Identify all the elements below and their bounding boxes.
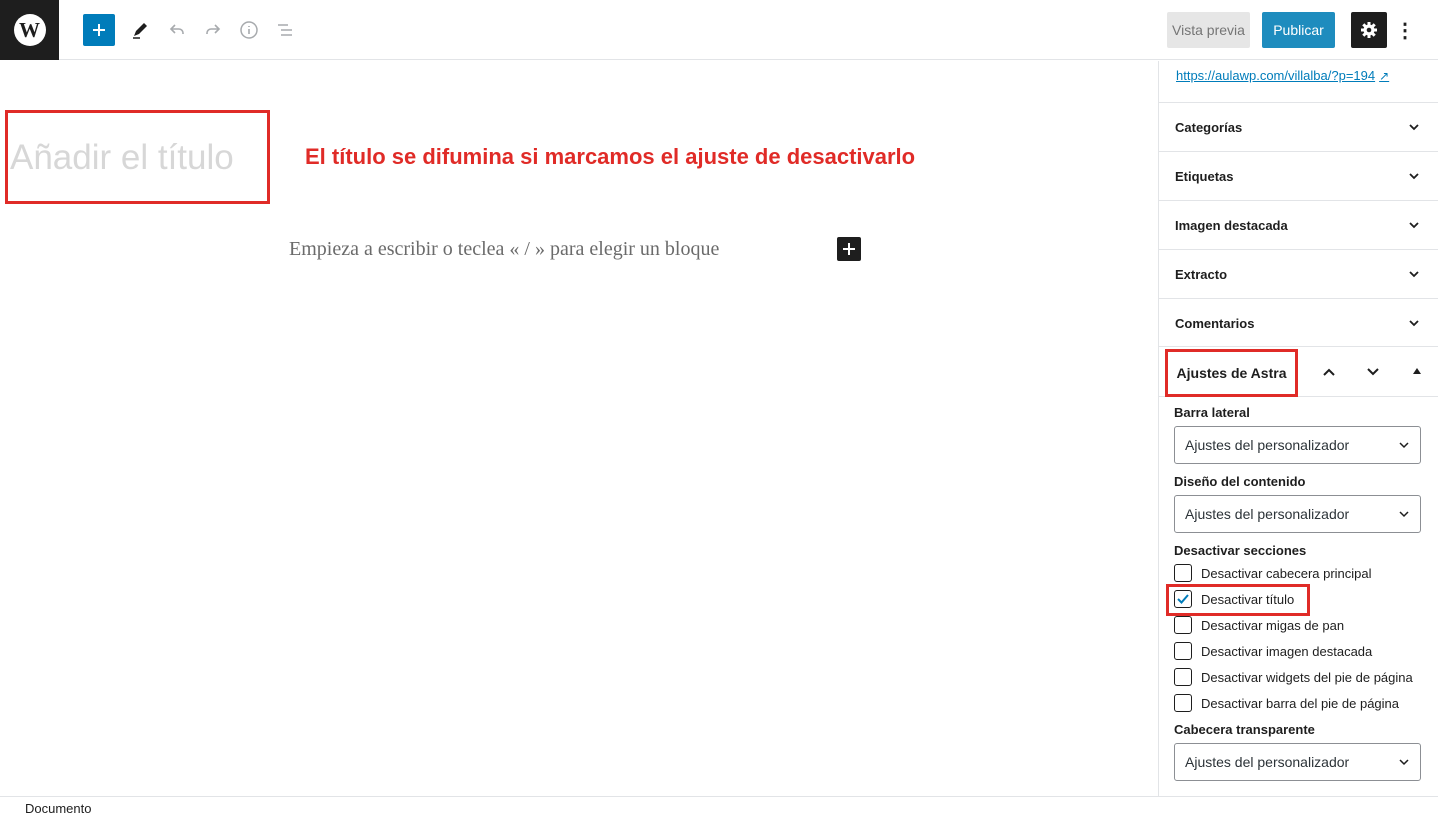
checkbox-disable-title[interactable]: Desactivar título (1174, 589, 1294, 609)
panel-categories[interactable]: Categorías (1159, 102, 1438, 151)
more-vertical-icon: ⋮ (1395, 19, 1415, 42)
checkmark-icon (1177, 594, 1189, 604)
annotation-text: El título se difumina si marcamos el aju… (305, 144, 916, 169)
editor-footer: Documento (0, 796, 1438, 818)
settings-button[interactable] (1351, 12, 1387, 48)
inline-add-block-button[interactable] (837, 237, 861, 261)
chevron-down-icon (1399, 511, 1409, 518)
checkbox-checked[interactable] (1174, 590, 1192, 608)
panel-comments[interactable]: Comentarios (1159, 298, 1438, 347)
checkbox-disable-footer-bar[interactable]: Desactivar barra del pie de página (1174, 693, 1399, 713)
chevron-up-icon (1323, 368, 1335, 376)
list-view-icon (278, 24, 292, 36)
wordpress-logo-icon[interactable]: W (0, 0, 59, 60)
more-options-button[interactable]: ⋮ (1395, 12, 1415, 48)
chevron-down-icon (1409, 173, 1419, 180)
checkbox[interactable] (1174, 642, 1192, 660)
checkbox-disable-footer-widgets[interactable]: Desactivar widgets del pie de página (1174, 667, 1413, 687)
chevron-down-icon (1409, 222, 1419, 229)
checkbox-disable-featured-image[interactable]: Desactivar imagen destacada (1174, 641, 1372, 661)
sidebar-layout-select[interactable]: Ajustes del personalizador (1174, 426, 1421, 464)
settings-sidebar: https://aulawp.com/villalba/?p=194 ↗ Cate… (1158, 61, 1438, 796)
transparent-header-select[interactable]: Ajustes del personalizador (1174, 743, 1421, 781)
breadcrumb[interactable]: Documento (25, 801, 91, 816)
gear-icon (1361, 22, 1377, 38)
pencil-icon (133, 23, 147, 39)
move-up-button[interactable] (1317, 360, 1341, 384)
content-layout-select[interactable]: Ajustes del personalizador (1174, 495, 1421, 533)
panel-featured-image[interactable]: Imagen destacada (1159, 200, 1438, 249)
list-view-button[interactable] (269, 14, 301, 46)
redo-button[interactable] (197, 14, 229, 46)
block-appender[interactable]: Empieza a escribir o teclea « / » para e… (289, 238, 719, 261)
sidebar-layout-label: Barra lateral (1174, 405, 1250, 420)
add-block-button[interactable] (83, 14, 115, 46)
redo-icon (206, 24, 221, 34)
disable-sections-label: Desactivar secciones (1174, 543, 1307, 558)
astra-title-highlight: Ajustes de Astra (1165, 349, 1298, 397)
chevron-down-icon (1409, 320, 1419, 327)
preview-button[interactable]: Vista previa (1167, 12, 1250, 48)
checkbox-disable-header[interactable]: Desactivar cabecera principal (1174, 563, 1372, 583)
astra-settings-header[interactable]: Ajustes de Astra (1159, 346, 1438, 397)
tools-button[interactable] (124, 14, 156, 46)
checkbox[interactable] (1174, 616, 1192, 634)
checkbox-disable-breadcrumbs[interactable]: Desactivar migas de pan (1174, 615, 1344, 635)
details-button[interactable] (233, 14, 265, 46)
chevron-down-icon (1399, 442, 1409, 449)
transparent-header-label: Cabecera transparente (1174, 722, 1315, 737)
plus-icon (843, 243, 855, 255)
checkbox[interactable] (1174, 694, 1192, 712)
external-link-icon: ↗ (1379, 69, 1390, 83)
panel-excerpt[interactable]: Extracto (1159, 249, 1438, 298)
panel-tags[interactable]: Etiquetas (1159, 151, 1438, 200)
content-layout-label: Diseño del contenido (1174, 474, 1306, 489)
editor-toolbar: W Vista previa Publicar ⋮ (0, 0, 1438, 60)
chevron-down-icon (1367, 368, 1379, 376)
publish-button[interactable]: Publicar (1262, 12, 1335, 48)
permalink-link[interactable]: https://aulawp.com/villalba/?p=194 ↗ (1176, 68, 1389, 83)
plus-icon (93, 24, 105, 36)
move-down-button[interactable] (1361, 360, 1385, 384)
checkbox[interactable] (1174, 668, 1192, 686)
info-icon (240, 21, 258, 39)
post-title-input[interactable]: Añadir el título (10, 138, 234, 178)
checkbox[interactable] (1174, 564, 1192, 582)
undo-button[interactable] (161, 14, 193, 46)
undo-icon (169, 24, 184, 34)
chevron-down-icon (1399, 759, 1409, 766)
collapse-toggle-icon[interactable] (1413, 368, 1421, 374)
chevron-down-icon (1409, 124, 1419, 131)
chevron-down-icon (1409, 271, 1419, 278)
